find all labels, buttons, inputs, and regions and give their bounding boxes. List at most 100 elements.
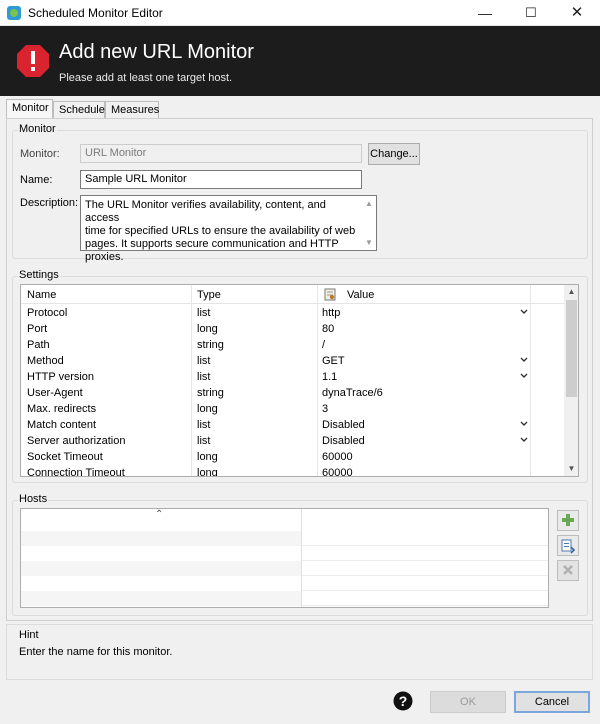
setting-type: string bbox=[197, 339, 224, 351]
svg-text:?: ? bbox=[399, 693, 408, 709]
setting-name: Path bbox=[27, 339, 50, 351]
setting-value[interactable]: dynaTrace/6 bbox=[322, 387, 383, 399]
setting-value[interactable]: 3 bbox=[322, 403, 328, 415]
import-icon bbox=[561, 539, 576, 554]
setting-value[interactable]: 1.1 bbox=[322, 371, 337, 383]
app-icon bbox=[7, 6, 21, 20]
page-title: Add new URL Monitor bbox=[59, 41, 254, 63]
setting-name: Connection Timeout bbox=[27, 467, 125, 477]
table-row[interactable]: Port long 80 bbox=[21, 321, 564, 337]
chevron-up-icon: ▲ bbox=[365, 199, 373, 208]
name-label: Name: bbox=[20, 174, 53, 186]
column-header-value[interactable]: Value bbox=[347, 289, 374, 301]
table-row[interactable]: HTTP version list 1.1 bbox=[21, 369, 564, 385]
setting-value[interactable]: 80 bbox=[322, 323, 334, 335]
title-bar: Scheduled Monitor Editor — ☐ ✕ bbox=[0, 0, 600, 26]
description-line: pages. It supports secure communication … bbox=[85, 238, 339, 263]
minimize-button[interactable]: — bbox=[462, 0, 508, 26]
monitor-type-field: URL Monitor bbox=[80, 144, 362, 163]
description-textarea[interactable]: The URL Monitor verifies availability, c… bbox=[80, 195, 377, 263]
setting-value[interactable]: 60000 bbox=[322, 451, 353, 463]
scroll-up-icon[interactable]: ▲ bbox=[564, 285, 578, 299]
setting-name: Method bbox=[27, 355, 64, 367]
column-header-name[interactable]: Name bbox=[27, 289, 56, 301]
tab-schedule[interactable]: Schedule bbox=[53, 101, 105, 119]
table-row[interactable]: Match content list Disabled bbox=[21, 417, 564, 433]
setting-name: Max. redirects bbox=[27, 403, 97, 415]
settings-group-label: Settings bbox=[18, 269, 60, 281]
chevron-down-icon[interactable] bbox=[518, 418, 530, 430]
change-button[interactable]: Change... bbox=[368, 143, 420, 165]
settings-scrollbar[interactable]: ▲ ▼ bbox=[564, 285, 578, 476]
table-row[interactable]: Protocol list http bbox=[21, 305, 564, 321]
setting-name: Server authorization bbox=[27, 435, 126, 447]
table-row[interactable]: Socket Timeout long 60000 bbox=[21, 449, 564, 465]
setting-value[interactable]: GET bbox=[322, 355, 345, 367]
page-subtitle: Please add at least one target host. bbox=[59, 72, 233, 84]
table-row[interactable]: Path string / bbox=[21, 337, 564, 353]
description-line: The URL Monitor verifies availability, c… bbox=[85, 199, 326, 224]
chevron-down-icon[interactable] bbox=[518, 354, 530, 366]
setting-type: list bbox=[197, 419, 211, 431]
remove-host-button[interactable] bbox=[557, 560, 579, 581]
table-row[interactable]: User-Agent string dynaTrace/6 bbox=[21, 385, 564, 401]
column-header-type[interactable]: Type bbox=[197, 289, 221, 301]
setting-name: Protocol bbox=[27, 307, 68, 319]
cancel-button[interactable]: Cancel bbox=[514, 691, 590, 713]
scrollbar-thumb[interactable] bbox=[566, 300, 577, 397]
host-row[interactable] bbox=[21, 546, 548, 561]
hint-box: Hint Enter the name for this monitor. bbox=[6, 624, 593, 680]
setting-type: string bbox=[197, 387, 224, 399]
settings-table: Name Type Value Protocol list http Port … bbox=[20, 284, 579, 477]
ok-button[interactable]: OK bbox=[430, 691, 506, 713]
setting-value[interactable]: 60000 bbox=[322, 467, 353, 476]
chevron-down-icon[interactable] bbox=[518, 370, 530, 382]
table-row[interactable]: Server authorization list Disabled bbox=[21, 433, 564, 449]
tab-measures[interactable]: Measures bbox=[105, 101, 159, 119]
scroll-down-icon[interactable]: ▼ bbox=[564, 462, 578, 476]
setting-value[interactable]: Disabled bbox=[322, 435, 365, 447]
tab-monitor[interactable]: Monitor bbox=[6, 99, 53, 119]
chevron-down-icon[interactable] bbox=[518, 434, 530, 446]
host-row[interactable] bbox=[21, 561, 548, 576]
setting-name: Socket Timeout bbox=[27, 451, 103, 463]
setting-name: User-Agent bbox=[27, 387, 83, 399]
name-field[interactable]: Sample URL Monitor bbox=[80, 170, 362, 189]
description-scrollbar[interactable]: ▲ ▼ bbox=[363, 197, 375, 249]
table-row[interactable]: Max. redirects long 3 bbox=[21, 401, 564, 417]
chevron-down-icon: ▼ bbox=[365, 238, 373, 247]
import-hosts-button[interactable] bbox=[557, 535, 579, 556]
setting-value[interactable]: http bbox=[322, 307, 340, 319]
description-label: Description: bbox=[20, 197, 79, 209]
help-icon[interactable]: ? bbox=[393, 691, 413, 711]
setting-type: long bbox=[197, 403, 218, 415]
maximize-button[interactable]: ☐ bbox=[508, 0, 554, 26]
setting-type: long bbox=[197, 323, 218, 335]
table-row[interactable]: Connection Timeout long 60000 bbox=[21, 465, 564, 477]
sort-ascending-icon[interactable]: ⌃ bbox=[155, 509, 163, 520]
add-host-button[interactable] bbox=[557, 510, 579, 531]
setting-name: Port bbox=[27, 323, 48, 335]
setting-type: list bbox=[197, 371, 211, 383]
table-header: Name Type Value bbox=[21, 285, 564, 304]
table-row[interactable]: Method list GET bbox=[21, 353, 564, 369]
plus-icon bbox=[562, 514, 574, 526]
chevron-down-icon[interactable] bbox=[518, 306, 530, 318]
error-icon bbox=[17, 45, 49, 77]
setting-name: HTTP version bbox=[27, 371, 95, 383]
setting-value[interactable]: Disabled bbox=[322, 419, 365, 431]
hint-text: Enter the name for this monitor. bbox=[19, 646, 173, 658]
setting-type: list bbox=[197, 355, 211, 367]
host-row[interactable] bbox=[21, 576, 548, 591]
hosts-table[interactable]: ⌃ bbox=[20, 508, 549, 608]
setting-value[interactable]: / bbox=[322, 339, 325, 351]
window-title: Scheduled Monitor Editor bbox=[28, 6, 163, 20]
setting-type: long bbox=[197, 467, 218, 477]
header-banner: Add new URL Monitor Please add at least … bbox=[0, 26, 600, 96]
value-edit-icon bbox=[324, 288, 336, 301]
close-button[interactable]: ✕ bbox=[554, 0, 600, 26]
host-row[interactable] bbox=[21, 591, 548, 606]
host-row[interactable] bbox=[21, 531, 548, 546]
monitor-group-label: Monitor bbox=[18, 123, 57, 135]
setting-type: long bbox=[197, 451, 218, 463]
